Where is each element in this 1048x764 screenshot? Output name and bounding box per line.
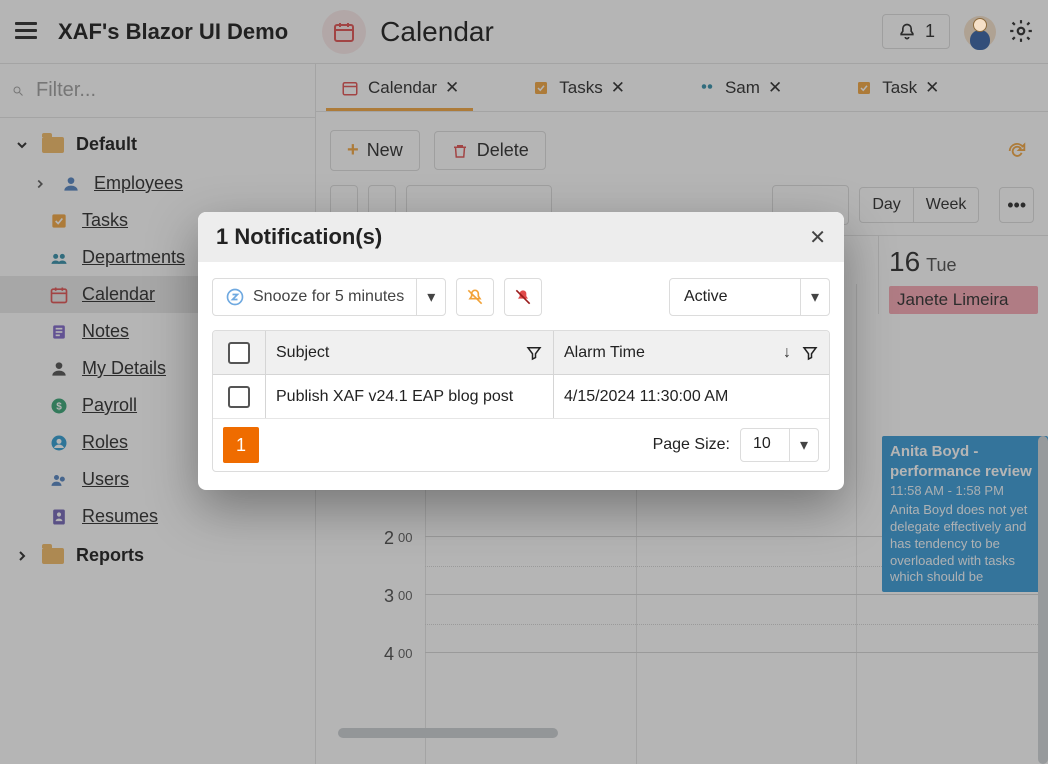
dismiss-all-button[interactable] [504,278,542,316]
snooze-dropdown[interactable]: Snooze for 5 minutes ▾ [212,278,446,316]
column-label: Subject [276,344,329,362]
page-size-label: Page Size: [653,436,730,454]
select-all-cell[interactable] [213,342,265,364]
page-size-value: 10 [741,429,789,461]
grid-header-row: Subject Alarm Time ↓ [213,331,829,375]
filter-icon[interactable] [801,344,819,362]
page-number[interactable]: 1 [223,427,259,463]
column-alarm-time[interactable]: Alarm Time ↓ [553,331,829,374]
grid-row[interactable]: Publish XAF v24.1 EAP blog post 4/15/202… [213,375,829,419]
sort-desc-icon[interactable]: ↓ [783,344,791,362]
cell-subject: Publish XAF v24.1 EAP blog post [265,375,553,418]
chevron-down-icon[interactable]: ▾ [416,279,445,315]
notifications-grid: Subject Alarm Time ↓ Publish XAF v24.1 E… [212,330,830,472]
grid-footer: 1 Page Size: 10 ▾ [213,419,829,471]
modal-actions: Snooze for 5 minutes ▾ Active ▾ [212,278,830,316]
modal-title: 1 Notification(s) [216,224,382,250]
chevron-down-icon[interactable]: ▾ [800,279,829,315]
notifications-modal: 1 Notification(s) ✕ Snooze for 5 minutes… [198,212,844,490]
close-button[interactable]: ✕ [809,225,826,250]
state-dropdown[interactable]: Active ▾ [669,278,830,316]
state-value: Active [670,280,800,314]
checkbox-icon[interactable] [228,342,250,364]
column-label: Alarm Time [564,344,645,362]
page-size-input[interactable]: 10 ▾ [740,428,819,462]
dismiss-button[interactable] [456,278,494,316]
bell-slash-icon [465,287,485,307]
column-subject[interactable]: Subject [265,331,553,374]
bell-off-icon [513,287,533,307]
snooze-label: Snooze for 5 minutes [253,288,404,306]
cell-alarm: 4/15/2024 11:30:00 AM [553,375,829,418]
filter-icon[interactable] [525,344,543,362]
row-checkbox[interactable] [228,386,250,408]
modal-header: 1 Notification(s) ✕ [198,212,844,262]
chevron-down-icon[interactable]: ▾ [789,429,818,461]
snooze-icon [225,287,245,307]
